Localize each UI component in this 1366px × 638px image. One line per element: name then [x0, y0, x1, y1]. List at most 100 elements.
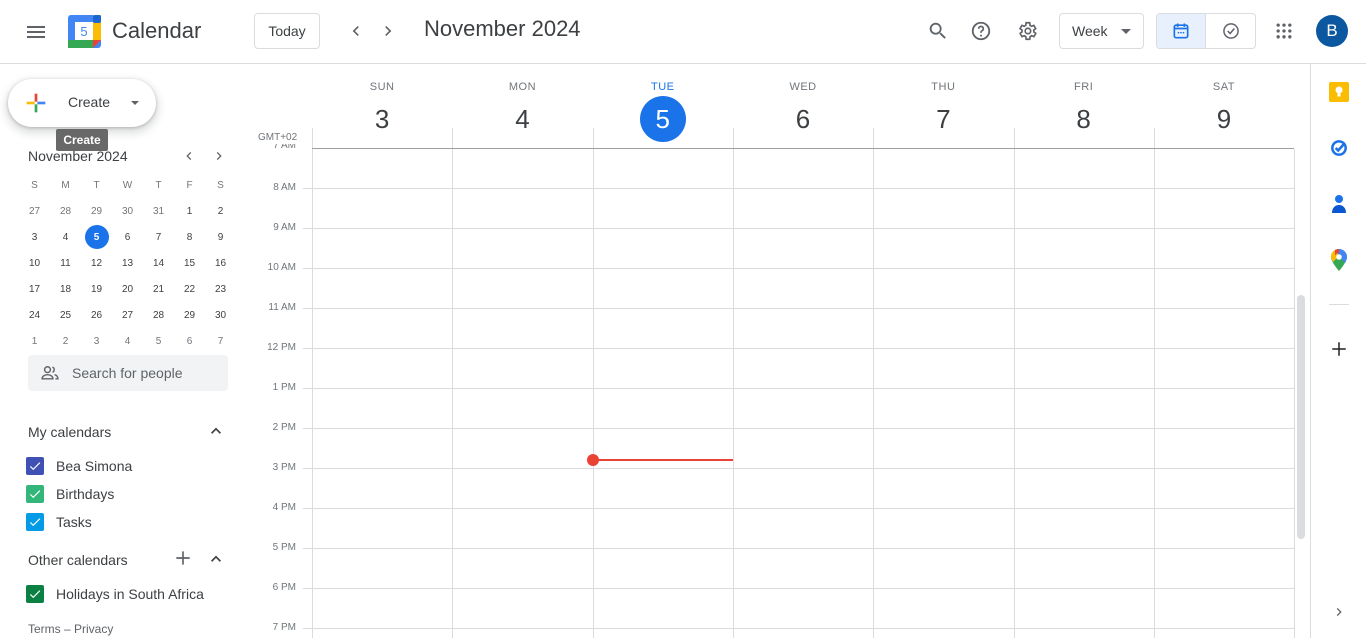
day-column[interactable] — [1015, 149, 1154, 638]
mini-calendar-day[interactable]: 20 — [112, 276, 143, 302]
add-other-calendar-button[interactable] — [173, 548, 193, 568]
day-column-header[interactable]: WED 6 — [733, 64, 873, 148]
mini-calendar-day[interactable]: 28 — [50, 198, 81, 224]
calendar-list-item[interactable]: Tasks — [26, 511, 92, 533]
mini-calendar-day[interactable]: 28 — [143, 302, 174, 328]
mini-calendar-day[interactable]: 1 — [19, 328, 50, 354]
mini-calendar-day[interactable]: 2 — [50, 328, 81, 354]
mini-calendar-day[interactable]: 12 — [81, 250, 112, 276]
contacts-button[interactable] — [1328, 193, 1350, 215]
mini-calendar-day[interactable]: 14 — [143, 250, 174, 276]
day-number[interactable]: 9 — [1201, 96, 1247, 142]
mini-calendar-day[interactable]: 5 — [81, 224, 112, 250]
calendar-checkbox[interactable] — [26, 513, 44, 531]
mini-calendar-day[interactable]: 19 — [81, 276, 112, 302]
mini-calendar-day[interactable]: 25 — [50, 302, 81, 328]
terms-privacy-links[interactable]: Terms – Privacy — [28, 622, 113, 636]
mini-calendar-day[interactable]: 4 — [112, 328, 143, 354]
create-button[interactable]: Create — [8, 79, 156, 127]
keep-button[interactable] — [1328, 81, 1350, 103]
google-apps-button[interactable] — [1264, 11, 1304, 51]
mini-calendar-day[interactable]: 31 — [143, 198, 174, 224]
calendar-list-item[interactable]: Bea Simona — [26, 455, 132, 477]
mini-calendar-day[interactable]: 1 — [174, 198, 205, 224]
day-number[interactable]: 8 — [1061, 96, 1107, 142]
mini-calendar-day[interactable]: 7 — [205, 328, 236, 354]
mini-calendar-day[interactable]: 27 — [112, 302, 143, 328]
mini-calendar-prev-button[interactable] — [180, 147, 198, 165]
tasks-button[interactable] — [1328, 137, 1350, 159]
mini-calendar-day[interactable]: 8 — [174, 224, 205, 250]
calendar-list-item[interactable]: Birthdays — [26, 483, 114, 505]
mini-calendar-day[interactable]: 13 — [112, 250, 143, 276]
account-avatar[interactable]: B — [1316, 15, 1348, 47]
calendar-logo-icon[interactable]: 5 — [68, 15, 101, 48]
mini-calendar-day[interactable]: 11 — [50, 250, 81, 276]
mini-calendar-day[interactable]: 30 — [112, 198, 143, 224]
day-column-header[interactable]: MON 4 — [452, 64, 592, 148]
day-number[interactable]: 3 — [359, 96, 405, 142]
get-addons-button[interactable] — [1328, 338, 1350, 360]
day-column[interactable] — [313, 149, 452, 638]
calendar-checkbox[interactable] — [26, 585, 44, 603]
mini-calendar-day[interactable]: 7 — [143, 224, 174, 250]
day-column[interactable] — [453, 149, 592, 638]
mini-calendar-day[interactable]: 29 — [81, 198, 112, 224]
mini-calendar-day[interactable]: 17 — [19, 276, 50, 302]
calendar-checkbox[interactable] — [26, 485, 44, 503]
mini-calendar-day[interactable]: 24 — [19, 302, 50, 328]
next-week-button[interactable] — [368, 11, 408, 51]
help-button[interactable] — [961, 11, 1001, 51]
day-column[interactable] — [594, 149, 733, 638]
maps-button[interactable] — [1328, 249, 1350, 271]
today-button[interactable]: Today — [254, 13, 320, 49]
expand-side-panel-button[interactable] — [1328, 601, 1350, 623]
search-button[interactable] — [918, 11, 958, 51]
search-people-input[interactable]: Search for people — [28, 355, 228, 391]
day-column-header[interactable]: SAT 9 — [1154, 64, 1294, 148]
mini-calendar-day[interactable]: 18 — [50, 276, 81, 302]
mini-calendar-day[interactable]: 16 — [205, 250, 236, 276]
day-column-header[interactable]: TUE 5 — [593, 64, 733, 148]
day-column-header[interactable]: SUN 3 — [312, 64, 452, 148]
day-number[interactable]: 5 — [639, 96, 686, 142]
mini-calendar-day[interactable]: 15 — [174, 250, 205, 276]
day-number[interactable]: 4 — [499, 96, 545, 142]
other-calendars-title[interactable]: Other calendars — [28, 552, 128, 568]
mini-calendar-day[interactable]: 6 — [174, 328, 205, 354]
main-menu-button[interactable] — [16, 12, 56, 52]
mini-calendar-day[interactable]: 3 — [19, 224, 50, 250]
mini-calendar-day[interactable]: 27 — [19, 198, 50, 224]
day-column[interactable] — [734, 149, 873, 638]
calendar-checkbox[interactable] — [26, 457, 44, 475]
mini-calendar-day[interactable]: 26 — [81, 302, 112, 328]
tasks-mode-button[interactable] — [1206, 14, 1255, 48]
my-calendars-title[interactable]: My calendars — [28, 424, 111, 440]
mini-calendar-day[interactable]: 4 — [50, 224, 81, 250]
view-select[interactable]: Week — [1059, 13, 1144, 49]
settings-button[interactable] — [1007, 11, 1047, 51]
calendar-mode-button[interactable] — [1157, 14, 1207, 48]
mini-calendar-day[interactable]: 6 — [112, 224, 143, 250]
mini-calendar-day[interactable]: 5 — [143, 328, 174, 354]
grid-scrollbar[interactable] — [1297, 295, 1305, 539]
mini-calendar-next-button[interactable] — [210, 147, 228, 165]
mini-calendar-day[interactable]: 2 — [205, 198, 236, 224]
calendar-list-item[interactable]: Holidays in South Africa — [26, 583, 204, 605]
mini-calendar-day[interactable]: 10 — [19, 250, 50, 276]
day-number[interactable]: 6 — [780, 96, 826, 142]
my-calendars-collapse-button[interactable] — [206, 421, 226, 441]
mini-calendar-day[interactable]: 21 — [143, 276, 174, 302]
day-column-header[interactable]: THU 7 — [873, 64, 1013, 148]
mini-calendar-day[interactable]: 3 — [81, 328, 112, 354]
day-number[interactable]: 7 — [920, 96, 966, 142]
mini-calendar-day[interactable]: 29 — [174, 302, 205, 328]
other-calendars-collapse-button[interactable] — [206, 549, 226, 569]
mini-calendar-day[interactable]: 30 — [205, 302, 236, 328]
day-column-header[interactable]: FRI 8 — [1014, 64, 1154, 148]
day-column[interactable] — [1155, 149, 1294, 638]
day-column[interactable] — [874, 149, 1013, 638]
mini-calendar-day[interactable]: 9 — [205, 224, 236, 250]
mini-calendar-day[interactable]: 22 — [174, 276, 205, 302]
mini-calendar-day[interactable]: 23 — [205, 276, 236, 302]
